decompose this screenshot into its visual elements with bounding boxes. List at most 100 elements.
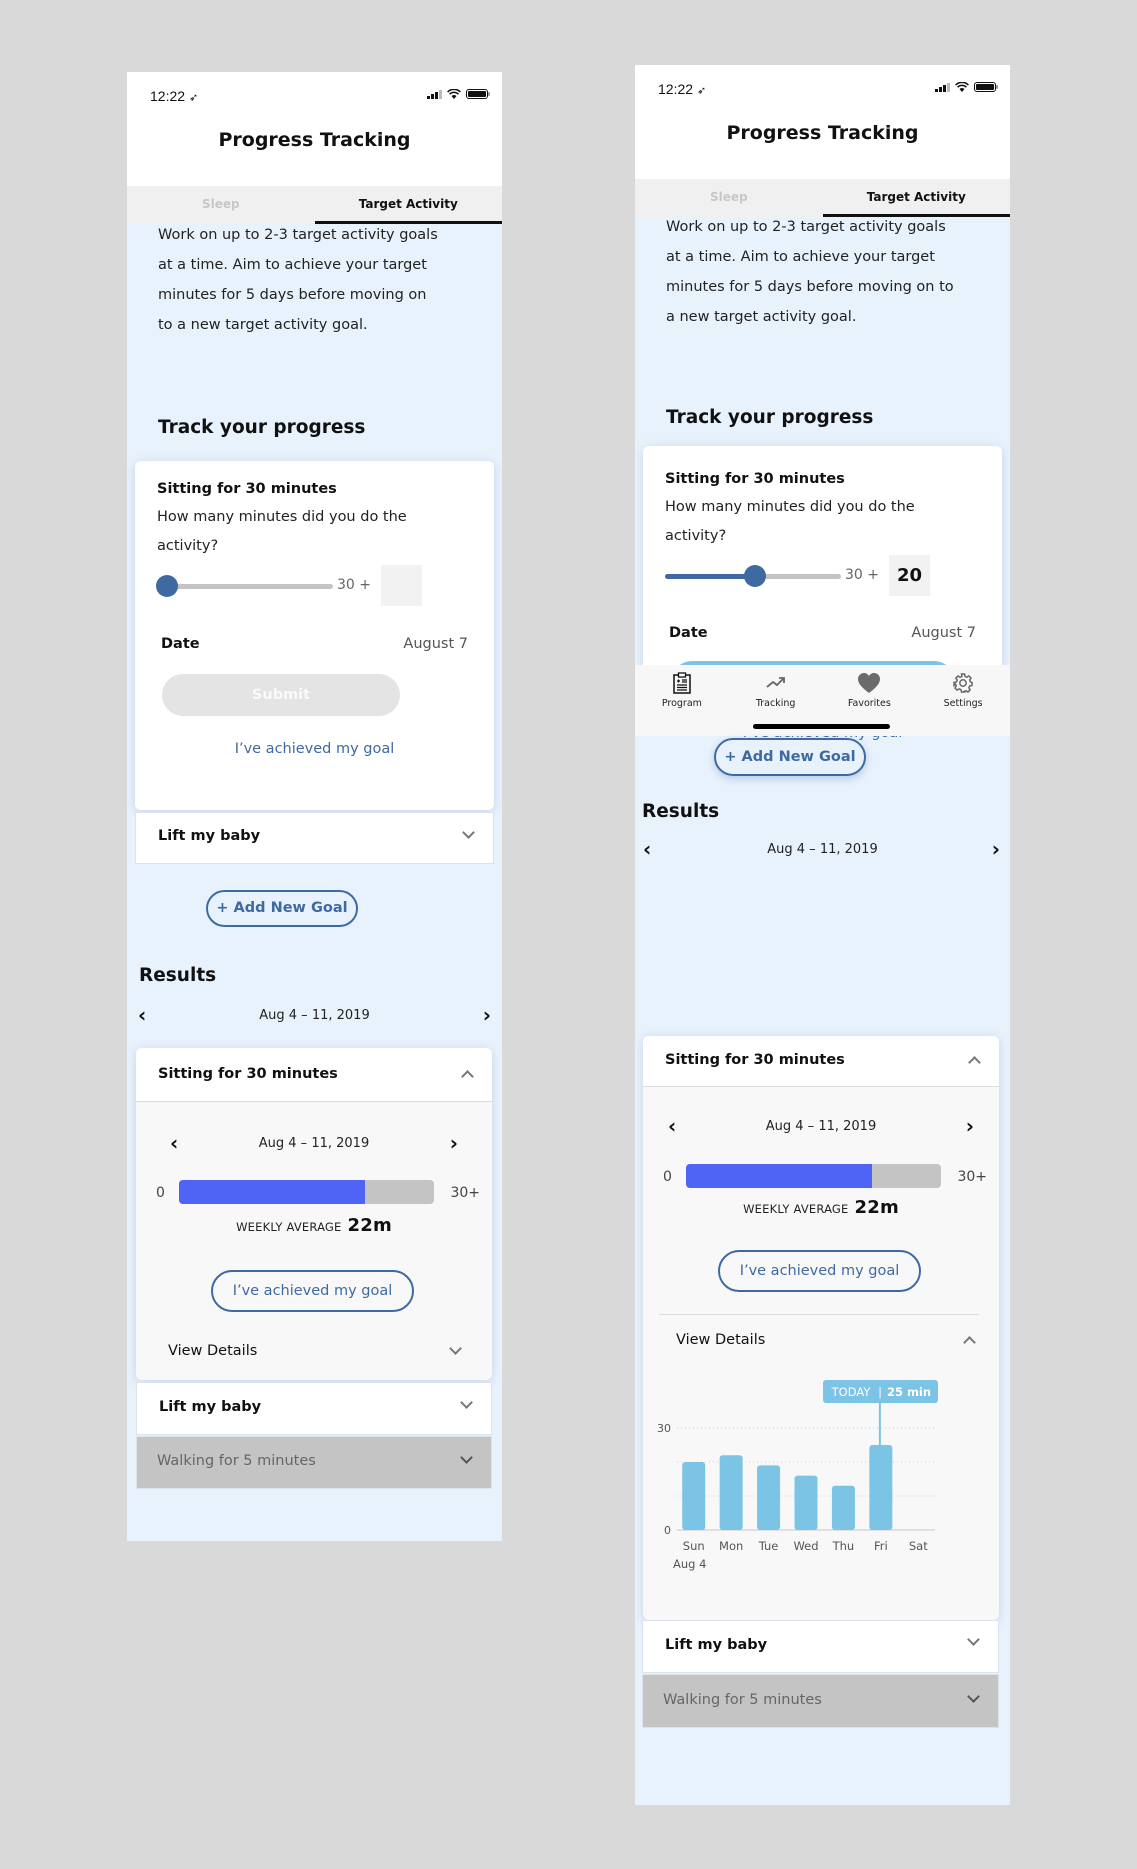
- question-text: How many minutes did you do the activity…: [665, 493, 985, 551]
- slider-thumb[interactable]: [744, 565, 767, 587]
- question-text: How many minutes did you do the activity…: [157, 503, 477, 561]
- clipboard-icon: [673, 672, 691, 694]
- result-goal-title: Sitting for 30 minutes: [665, 1052, 845, 1068]
- goal-row-lift-my-baby[interactable]: Lift my baby: [135, 812, 494, 864]
- battery-icon: [974, 82, 998, 92]
- page-title: Progress Tracking: [726, 122, 919, 144]
- tabbar-label: Settings: [943, 698, 983, 709]
- result-card-header[interactable]: Sitting for 30 minutes: [643, 1036, 999, 1087]
- screen-expanded: 12:22 ➶ Progress Tracking Sleep Target Ac…: [635, 65, 1010, 1805]
- weekly-progress-fill: [686, 1164, 873, 1188]
- location-arrow-icon: ➶: [189, 92, 199, 104]
- results-heading: Results: [642, 801, 720, 822]
- goal-row-label: Walking for 5 minutes: [157, 1453, 316, 1469]
- slider-fill: [665, 574, 756, 579]
- add-new-goal-button[interactable]: + Add New Goal: [206, 890, 358, 927]
- intro-line: minutes for 5 days before moving on: [158, 287, 427, 303]
- date-value[interactable]: August 7: [911, 625, 976, 641]
- next-week-button[interactable]: ›: [992, 837, 1000, 861]
- weekly-progress-bar: [179, 1180, 434, 1204]
- status-time: 12:22 ➶: [658, 81, 707, 97]
- weekly-average-label: WEEKLY AVERAGE: [236, 1220, 342, 1234]
- track-heading: Track your progress: [666, 407, 874, 428]
- wifi-icon: [955, 82, 969, 92]
- tabbar-item-settings[interactable]: Settings: [916, 665, 1010, 736]
- intro-line: Work on up to 2-3 target activity goals: [666, 219, 946, 235]
- intro-line: to a new target activity goal.: [158, 317, 368, 333]
- question-line: How many minutes did you do the: [665, 499, 915, 515]
- progress-max-label: 30+: [957, 1169, 987, 1185]
- card-next-week-button[interactable]: ›: [966, 1114, 974, 1138]
- annotation-value: 25 min: [887, 1385, 931, 1399]
- chevron-up-icon[interactable]: [461, 1070, 474, 1083]
- intro-line: a new target activity goal.: [666, 309, 857, 325]
- chart-bar-mon: [719, 1455, 743, 1530]
- tab-sleep[interactable]: Sleep: [127, 186, 315, 224]
- chart-bar-fri: [869, 1445, 893, 1530]
- date-label: Date: [161, 636, 200, 652]
- goal-row-walking[interactable]: Walking for 5 minutes: [136, 1436, 492, 1489]
- date-label: Date: [669, 625, 708, 641]
- add-new-goal-button[interactable]: + Add New Goal: [714, 738, 866, 776]
- result-card-header[interactable]: Sitting for 30 minutes: [136, 1048, 492, 1102]
- tabbar-item-program[interactable]: Program: [635, 665, 729, 736]
- view-details-toggle[interactable]: View Details: [643, 1326, 999, 1360]
- weekly-average-value: 22m: [854, 1197, 899, 1218]
- weekly-progress-fill: [179, 1180, 366, 1204]
- location-arrow-icon: ➶: [697, 85, 707, 97]
- intro-line: at a time. Aim to achieve your target: [666, 249, 935, 265]
- chevron-up-icon[interactable]: [968, 1056, 981, 1069]
- view-details-label: View Details: [168, 1343, 258, 1359]
- goal-row-lift-my-baby[interactable]: Lift my baby: [136, 1382, 492, 1435]
- card-next-week-button[interactable]: ›: [450, 1131, 458, 1155]
- achieved-goal-link[interactable]: I’ve achieved my goal: [135, 741, 494, 757]
- goal-row-walking[interactable]: Walking for 5 minutes: [642, 1674, 999, 1728]
- screen-initial: 12:22 ➶ Progress Tracking Sleep Target Ac…: [127, 72, 502, 1541]
- battery-icon: [466, 89, 490, 99]
- submit-button[interactable]: Submit: [162, 674, 400, 716]
- minutes-slider[interactable]: [156, 575, 333, 597]
- slider-track[interactable]: [157, 584, 333, 589]
- y-tick-label: 0: [664, 1524, 671, 1537]
- card-date-range: Aug 4 – 11, 2019: [258, 1136, 370, 1151]
- y-tick-label: 30: [657, 1422, 671, 1435]
- goal-row-label: Walking for 5 minutes: [663, 1692, 822, 1708]
- divider: [659, 1314, 979, 1315]
- achieved-goal-button[interactable]: I’ve achieved my goal: [211, 1270, 414, 1312]
- weekly-average-value: 22m: [347, 1215, 392, 1236]
- heart-icon: [858, 673, 881, 693]
- x-tick-label: Fri: [874, 1539, 888, 1553]
- tab-target-activity[interactable]: Target Activity: [314, 186, 502, 224]
- minutes-input[interactable]: [381, 565, 422, 606]
- annotation-label: TODAY: [831, 1385, 872, 1399]
- slider-thumb[interactable]: [156, 575, 178, 597]
- date-value[interactable]: August 7: [403, 636, 468, 652]
- tabbar-label: Tracking: [755, 698, 796, 709]
- goal-row-label: Lift my baby: [159, 1399, 262, 1415]
- x-tick-label: Mon: [719, 1539, 743, 1553]
- home-indicator[interactable]: [753, 724, 890, 729]
- question-line: activity?: [665, 528, 727, 544]
- view-details-label: View Details: [676, 1332, 766, 1348]
- goal-row-lift-my-baby[interactable]: Lift my baby: [642, 1620, 999, 1673]
- next-week-button[interactable]: ›: [483, 1003, 491, 1027]
- track-heading: Track your progress: [158, 417, 366, 438]
- minutes-slider[interactable]: [665, 565, 841, 587]
- card-date-range: Aug 4 – 11, 2019: [765, 1119, 877, 1134]
- view-details-toggle[interactable]: View Details: [136, 1338, 492, 1380]
- chart-bar-sun: [682, 1462, 706, 1530]
- intro-line: at a time. Aim to achieve your target: [158, 257, 427, 273]
- chart-bar-thu: [831, 1485, 855, 1530]
- minutes-input[interactable]: 20: [889, 555, 930, 596]
- achieved-goal-button[interactable]: I’ve achieved my goal: [718, 1250, 921, 1292]
- x-tick-label: Wed: [793, 1539, 818, 1553]
- results-heading: Results: [139, 965, 217, 986]
- annotation-separator: |: [878, 1385, 882, 1399]
- track-card: Sitting for 30 minutes How many minutes …: [135, 461, 494, 810]
- x-tick-label: Thu: [832, 1539, 855, 1553]
- progress-min-label: 0: [156, 1185, 165, 1201]
- x-tick-label: Sat: [909, 1539, 928, 1553]
- goal-title: Sitting for 30 minutes: [665, 471, 845, 487]
- signal-icon: [935, 82, 950, 92]
- status-bar: 12:22 ➶: [635, 65, 1010, 109]
